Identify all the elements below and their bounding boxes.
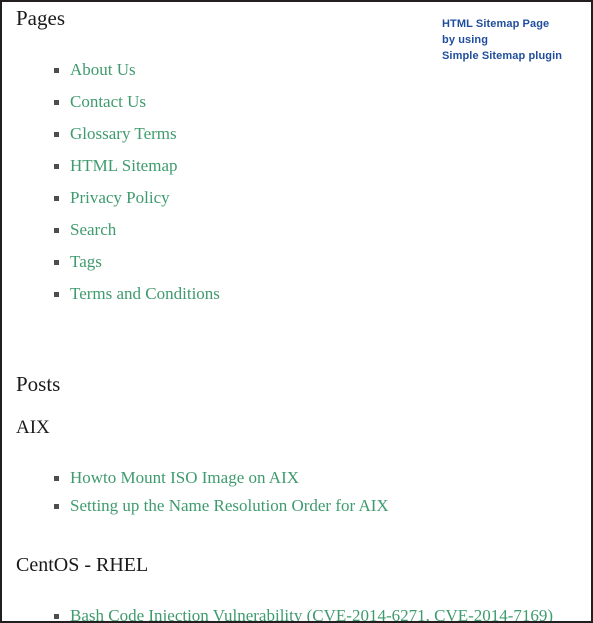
page-link-privacy-policy[interactable]: Privacy Policy [70,188,170,207]
list-item: Setting up the Name Resolution Order for… [2,492,389,520]
section-heading-pages: Pages [16,6,65,30]
list-item: Glossary Terms [2,118,220,150]
sitemap-page: HTML Sitemap Page by using Simple Sitema… [0,0,593,623]
page-link-search[interactable]: Search [70,220,116,239]
post-link-setting-up-name-resolution-order-for-aix[interactable]: Setting up the Name Resolution Order for… [70,496,389,515]
square-bullet-icon [54,260,59,265]
square-bullet-icon [54,504,59,509]
square-bullet-icon [54,164,59,169]
centos-link-list: Bash Code Injection Vulnerability (CVE-2… [2,602,553,621]
list-item: Bash Code Injection Vulnerability (CVE-2… [2,602,553,621]
annotation-line-2: by using [442,34,489,46]
list-item: HTML Sitemap [2,150,220,182]
square-bullet-icon [54,100,59,105]
square-bullet-icon [54,132,59,137]
section-heading-posts: Posts [16,372,61,396]
square-bullet-icon [54,476,59,481]
aix-link-list: Howto Mount ISO Image on AIX Setting up … [2,464,389,520]
section-heading-aix: AIX [16,417,50,438]
section-heading-centos-rhel: CentOS - RHEL [16,554,149,576]
list-item: Tags [2,246,220,278]
list-item: Howto Mount ISO Image on AIX [2,464,389,492]
page-link-about-us[interactable]: About Us [70,60,136,79]
post-link-bash-code-injection-vulnerability[interactable]: Bash Code Injection Vulnerability (CVE-2… [70,606,553,621]
square-bullet-icon [54,614,59,619]
annotation-line-1: HTML Sitemap Page [442,18,550,30]
list-item: Contact Us [2,86,220,118]
square-bullet-icon [54,196,59,201]
page-link-html-sitemap[interactable]: HTML Sitemap [70,156,178,175]
square-bullet-icon [54,68,59,73]
list-item: Privacy Policy [2,182,220,214]
page-link-terms-and-conditions[interactable]: Terms and Conditions [70,284,220,303]
annotation-line-3: Simple Sitemap plugin [442,50,563,62]
pages-link-list: About Us Contact Us Glossary Terms HTML … [2,54,220,310]
post-link-howto-mount-iso-image-on-aix[interactable]: Howto Mount ISO Image on AIX [70,468,299,487]
annotation-callout: HTML Sitemap Page by using Simple Sitema… [442,16,591,64]
list-item: About Us [2,54,220,86]
list-item: Search [2,214,220,246]
list-item: Terms and Conditions [2,278,220,310]
page-link-contact-us[interactable]: Contact Us [70,92,146,111]
square-bullet-icon [54,292,59,297]
square-bullet-icon [54,228,59,233]
page-link-tags[interactable]: Tags [70,252,102,271]
page-link-glossary-terms[interactable]: Glossary Terms [70,124,177,143]
